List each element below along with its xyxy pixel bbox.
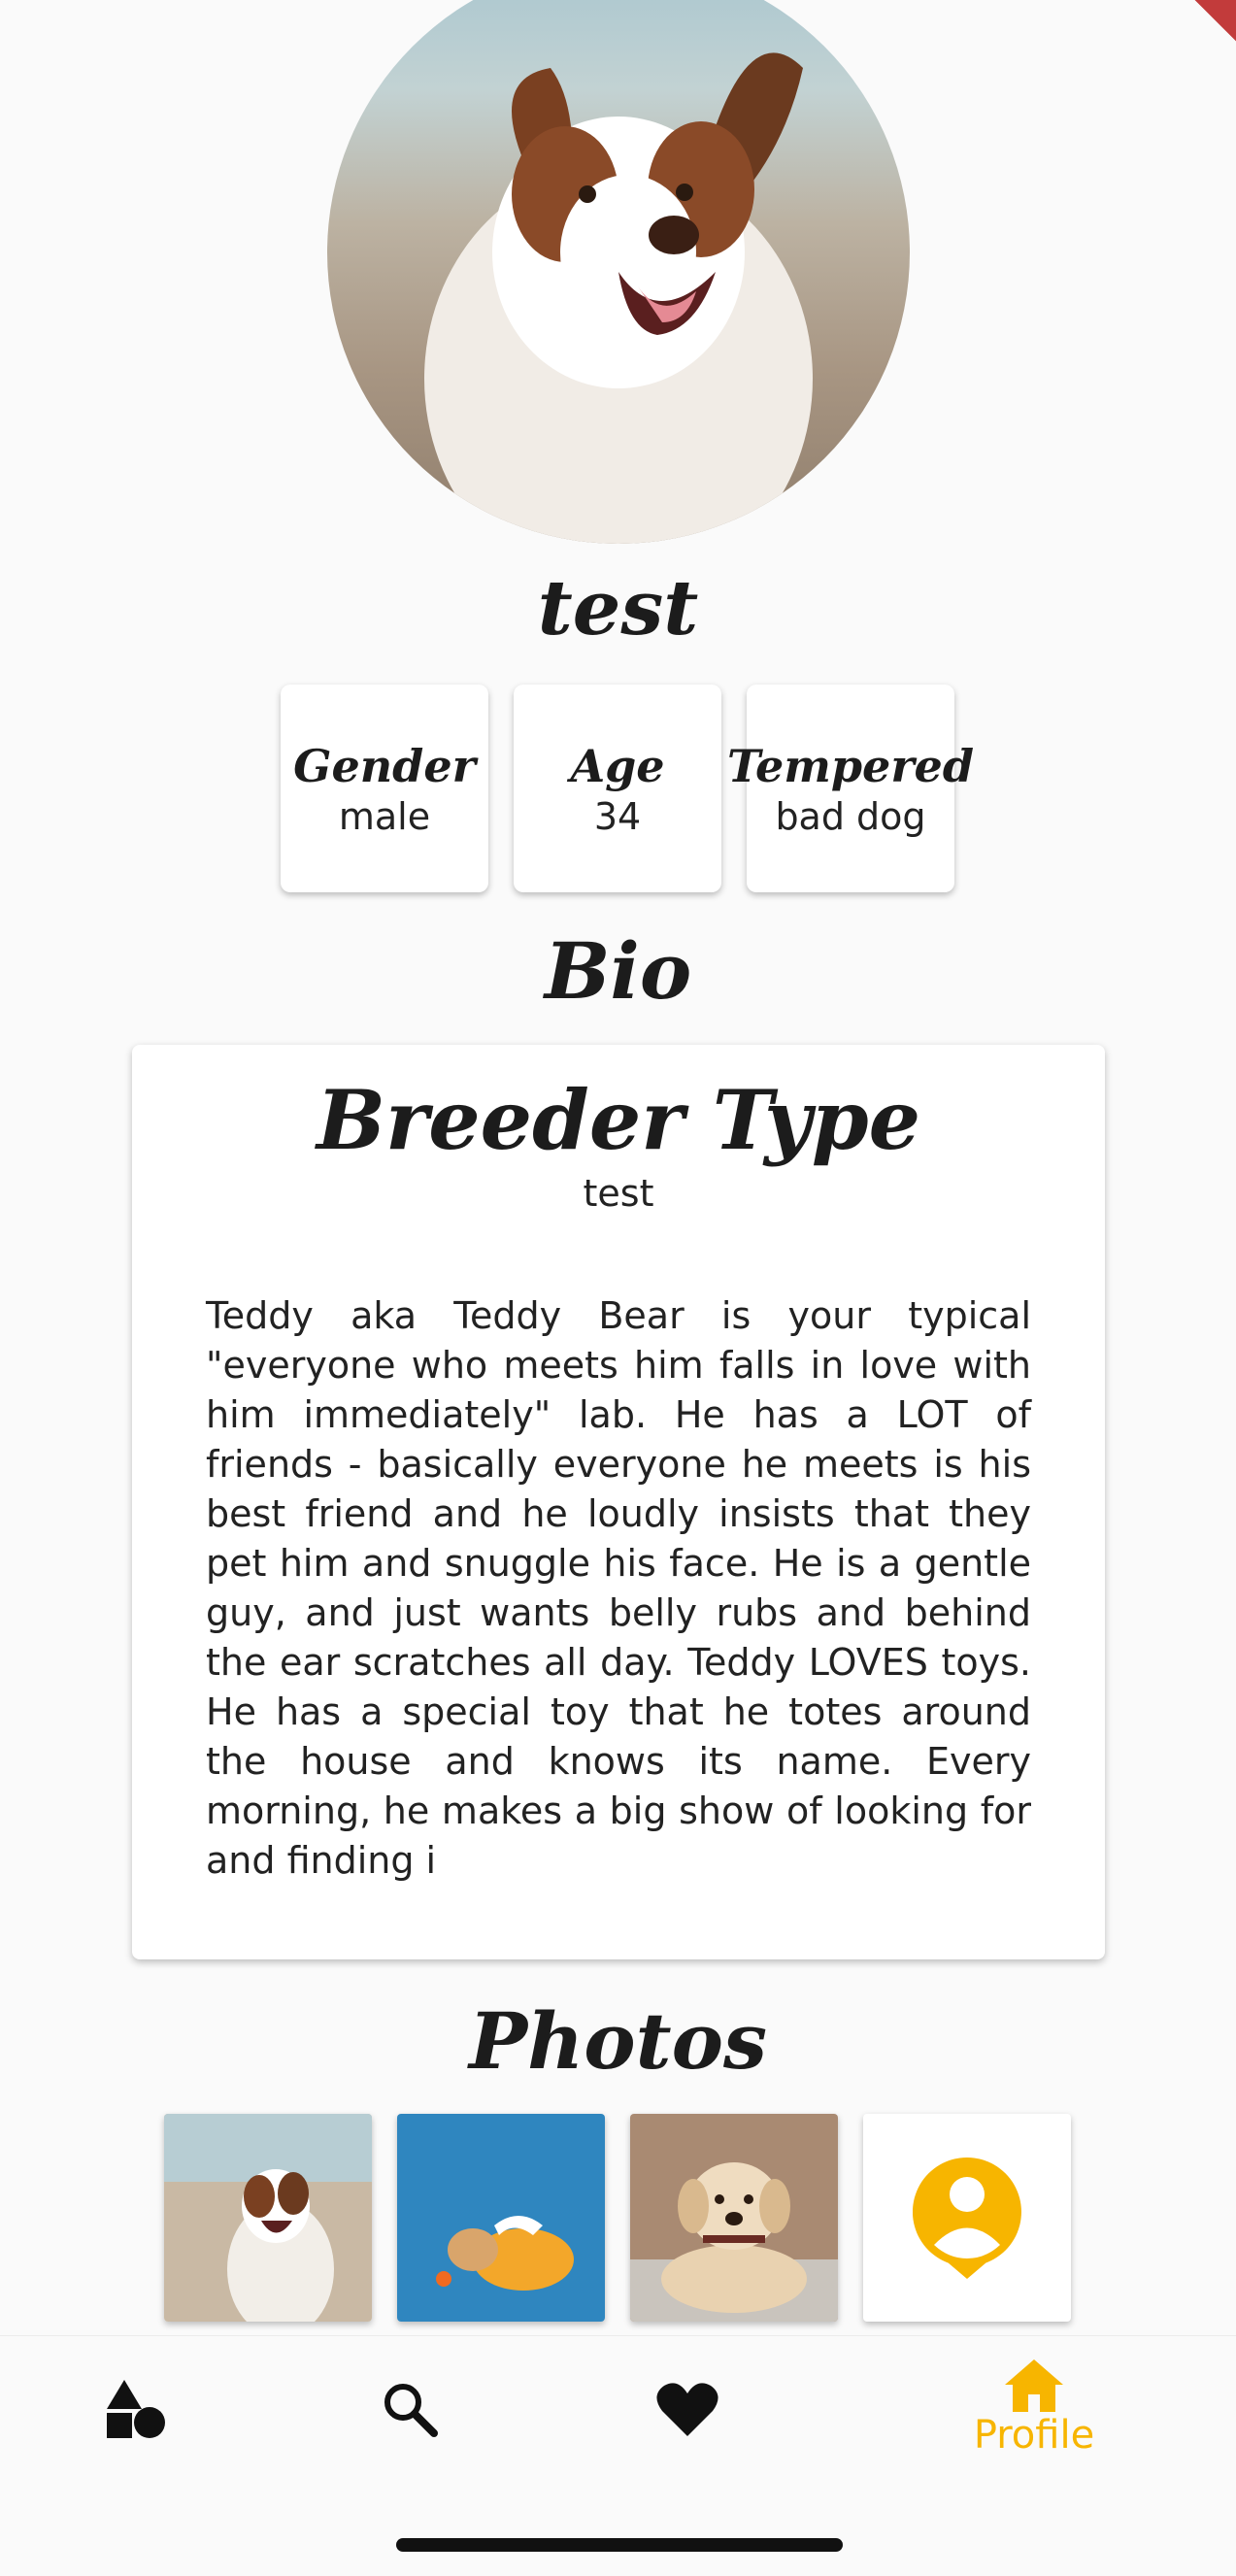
tempered-card: Tempered bad dog — [727, 685, 974, 892]
nav-label-profile: Profile — [973, 2413, 1095, 2458]
photo-thumbnail-1[interactable] — [164, 2114, 372, 2322]
nav-item-search[interactable] — [361, 2336, 458, 2482]
shapes-icon — [107, 2380, 165, 2438]
home-icon — [1005, 2359, 1063, 2412]
gender-title: Gender — [293, 740, 476, 792]
add-photo-button[interactable] — [863, 2114, 1071, 2322]
nav-item-favorites[interactable] — [639, 2336, 736, 2482]
age-value: 34 — [593, 795, 642, 838]
breeder-type-value: test — [583, 1172, 654, 1215]
search-icon — [384, 2384, 438, 2437]
home-indicator — [396, 2538, 843, 2552]
photos-heading: Photos — [468, 1995, 768, 2087]
dog-thumbnail — [164, 2114, 372, 2322]
tempered-value: bad dog — [775, 795, 926, 838]
nav-item-categories[interactable] — [87, 2336, 184, 2482]
bio-text: Teddy aka Teddy Bear is your typical "ev… — [206, 1294, 1031, 1882]
gender-value: male — [338, 795, 431, 838]
cat-thumbnail — [397, 2114, 605, 2322]
dog-photo — [424, 52, 813, 544]
tempered-title: Tempered — [727, 740, 974, 792]
breeder-type-title: Breeder Type — [316, 1072, 921, 1168]
bio-heading: Bio — [544, 925, 692, 1017]
puppy-thumbnail — [630, 2114, 838, 2322]
gender-card: Gender male — [281, 685, 488, 892]
profile-name: test — [537, 564, 699, 652]
bio-card: Breeder Type test Teddy aka Teddy Bear i… — [132, 1045, 1105, 1959]
nav-item-profile[interactable]: Profile — [956, 2336, 1112, 2482]
age-card: Age 34 — [514, 685, 721, 892]
profile-avatar[interactable] — [327, 0, 910, 544]
photo-thumbnail-3[interactable] — [630, 2114, 838, 2322]
heart-icon — [656, 2383, 718, 2436]
debug-banner — [1178, 0, 1236, 58]
photo-thumbnail-2[interactable] — [397, 2114, 605, 2322]
age-title: Age — [570, 740, 665, 792]
person-pin-icon — [913, 2157, 1021, 2279]
